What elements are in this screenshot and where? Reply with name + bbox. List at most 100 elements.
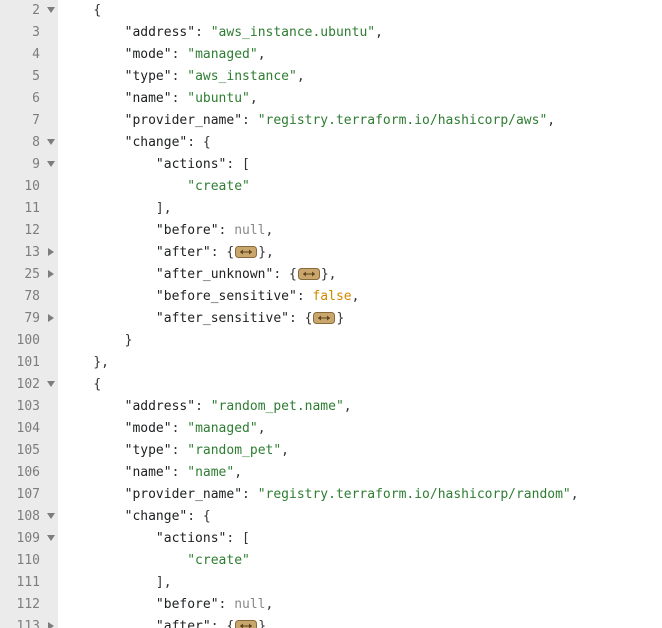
code-content[interactable]: "type": "random_pet", (58, 440, 662, 462)
fold-gutter[interactable] (44, 506, 58, 528)
code-content[interactable]: "actions": [ (58, 154, 662, 176)
code-line: 106 "name": "name", (0, 462, 662, 484)
fold-gutter (44, 220, 58, 242)
code-line: 107 "provider_name": "registry.terraform… (0, 484, 662, 506)
fold-gutter (44, 594, 58, 616)
fold-gutter (44, 396, 58, 418)
line-number: 13 (0, 242, 44, 264)
line-number: 10 (0, 176, 44, 198)
fold-badge-icon[interactable] (235, 246, 257, 258)
code-line: 78 "before_sensitive": false, (0, 286, 662, 308)
fold-badge-icon[interactable] (313, 312, 335, 324)
fold-gutter[interactable] (44, 616, 58, 628)
line-number: 78 (0, 286, 44, 308)
line-number: 108 (0, 506, 44, 528)
code-line: 6 "name": "ubuntu", (0, 88, 662, 110)
fold-gutter[interactable] (44, 154, 58, 176)
line-number: 5 (0, 66, 44, 88)
line-number: 7 (0, 110, 44, 132)
fold-gutter (44, 198, 58, 220)
fold-badge-icon[interactable] (235, 620, 257, 628)
code-content[interactable]: "create" (58, 550, 662, 572)
fold-gutter[interactable] (44, 242, 58, 264)
code-content[interactable]: "address": "random_pet.name", (58, 396, 662, 418)
code-content[interactable]: "mode": "managed", (58, 418, 662, 440)
code-content[interactable]: { (58, 0, 662, 22)
code-line: 13 "after": {}, (0, 242, 662, 264)
code-line: 10 "create" (0, 176, 662, 198)
line-number: 8 (0, 132, 44, 154)
line-number: 4 (0, 44, 44, 66)
fold-gutter[interactable] (44, 132, 58, 154)
code-line: 79 "after_sensitive": {} (0, 308, 662, 330)
line-number: 101 (0, 352, 44, 374)
code-line: 12 "before": null, (0, 220, 662, 242)
code-content[interactable]: "mode": "managed", (58, 44, 662, 66)
code-content[interactable]: "actions": [ (58, 528, 662, 550)
code-content[interactable]: ], (58, 198, 662, 220)
line-number: 100 (0, 330, 44, 352)
line-number: 110 (0, 550, 44, 572)
code-line: 4 "mode": "managed", (0, 44, 662, 66)
code-content[interactable]: "address": "aws_instance.ubuntu", (58, 22, 662, 44)
code-line: 110 "create" (0, 550, 662, 572)
code-content[interactable]: "before": null, (58, 220, 662, 242)
code-content[interactable]: }, (58, 352, 662, 374)
code-line: 104 "mode": "managed", (0, 418, 662, 440)
code-content[interactable]: "type": "aws_instance", (58, 66, 662, 88)
code-line: 25 "after_unknown": {}, (0, 264, 662, 286)
fold-gutter (44, 44, 58, 66)
code-content[interactable]: "change": { (58, 132, 662, 154)
code-line: 3 "address": "aws_instance.ubuntu", (0, 22, 662, 44)
code-content[interactable]: "after_unknown": {}, (58, 264, 662, 286)
code-content[interactable]: "before": null, (58, 594, 662, 616)
code-content[interactable]: "name": "ubuntu", (58, 88, 662, 110)
code-content[interactable]: ], (58, 572, 662, 594)
line-number: 111 (0, 572, 44, 594)
code-line: 100 } (0, 330, 662, 352)
code-content[interactable]: "provider_name": "registry.terraform.io/… (58, 110, 662, 132)
code-content[interactable]: "after": {}, (58, 616, 662, 628)
fold-gutter[interactable] (44, 528, 58, 550)
code-content[interactable]: { (58, 374, 662, 396)
line-number: 106 (0, 462, 44, 484)
fold-gutter (44, 66, 58, 88)
fold-gutter (44, 110, 58, 132)
code-content[interactable]: "provider_name": "registry.terraform.io/… (58, 484, 662, 506)
fold-gutter (44, 550, 58, 572)
code-line: 8 "change": { (0, 132, 662, 154)
fold-gutter (44, 462, 58, 484)
fold-badge-icon[interactable] (298, 268, 320, 280)
code-line: 108 "change": { (0, 506, 662, 528)
fold-gutter (44, 286, 58, 308)
code-line: 11 ], (0, 198, 662, 220)
code-line: 103 "address": "random_pet.name", (0, 396, 662, 418)
fold-gutter (44, 176, 58, 198)
line-number: 79 (0, 308, 44, 330)
code-line: 2 { (0, 0, 662, 22)
fold-gutter[interactable] (44, 374, 58, 396)
line-number: 104 (0, 418, 44, 440)
line-number: 6 (0, 88, 44, 110)
code-content[interactable]: } (58, 330, 662, 352)
fold-gutter[interactable] (44, 0, 58, 22)
code-content[interactable]: "after_sensitive": {} (58, 308, 662, 330)
line-number: 3 (0, 22, 44, 44)
code-content[interactable]: "after": {}, (58, 242, 662, 264)
line-number: 9 (0, 154, 44, 176)
fold-gutter (44, 330, 58, 352)
code-line: 109 "actions": [ (0, 528, 662, 550)
fold-gutter (44, 440, 58, 462)
fold-gutter (44, 572, 58, 594)
fold-gutter[interactable] (44, 308, 58, 330)
code-content[interactable]: "name": "name", (58, 462, 662, 484)
line-number: 105 (0, 440, 44, 462)
code-line: 111 ], (0, 572, 662, 594)
code-content[interactable]: "before_sensitive": false, (58, 286, 662, 308)
fold-gutter[interactable] (44, 264, 58, 286)
line-number: 11 (0, 198, 44, 220)
code-content[interactable]: "create" (58, 176, 662, 198)
line-number: 109 (0, 528, 44, 550)
code-content[interactable]: "change": { (58, 506, 662, 528)
line-number: 12 (0, 220, 44, 242)
